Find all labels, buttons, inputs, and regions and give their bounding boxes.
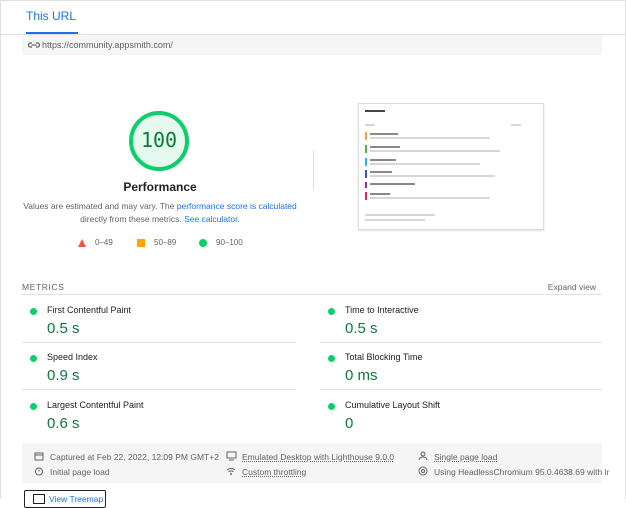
metric-value: 0.9 s (47, 367, 80, 384)
view-treemap-label: View Treemap (49, 494, 104, 504)
metric-divider (22, 342, 296, 343)
desc-text-1: Values are estimated and may vary. The (23, 201, 177, 211)
page-screenshot-thumbnail (358, 103, 544, 230)
url-text: https://community.appsmith.com/ (42, 40, 173, 50)
metric-name: Total Blocking Time (345, 352, 423, 362)
see-calculator-link[interactable]: See calculator. (184, 214, 240, 224)
pass-circle-icon (328, 403, 335, 410)
metric-divider (22, 389, 296, 390)
pass-circle-icon (30, 308, 37, 315)
desc-text-2: directly from these metrics. (80, 214, 185, 224)
performance-score: 100 (140, 128, 178, 152)
metric-value: 0 (345, 415, 354, 432)
metric-first-contentful-paint: First Contentful Paint 0.5 s (22, 301, 292, 347)
metric-value: 0.5 s (345, 320, 378, 337)
metric-total-blocking-time: Total Blocking Time 0 ms (320, 348, 590, 394)
metric-speed-index: Speed Index 0.9 s (22, 348, 292, 394)
throttling-text[interactable]: Custom throttling (242, 467, 306, 477)
pass-circle-icon (30, 355, 37, 362)
single-load-text[interactable]: Single page load (434, 452, 497, 462)
metrics-divider (22, 294, 602, 295)
expand-view-toggle[interactable]: Expand view (548, 282, 596, 292)
section-divider (313, 150, 314, 190)
chrome-icon (418, 466, 428, 476)
metric-name: First Contentful Paint (47, 305, 132, 315)
pass-circle-icon (30, 403, 37, 410)
pass-circle-icon (328, 355, 335, 362)
metric-value: 0.5 s (47, 320, 80, 337)
link-icon (27, 42, 41, 48)
captured-text: Captured at Feb 22, 2022, 12:09 PM GMT+2 (50, 452, 219, 462)
metric-name: Time to Interactive (345, 305, 419, 315)
metric-divider (320, 389, 602, 390)
pass-circle-icon (328, 308, 335, 315)
timer-icon (35, 467, 43, 476)
metric-name: Cumulative Layout Shift (345, 400, 441, 410)
metric-cumulative-layout-shift: Cumulative Layout Shift 0 (320, 396, 590, 442)
initial-load-text: Initial page load (50, 467, 110, 477)
desktop-icon (226, 451, 237, 461)
metric-largest-contentful-paint: Largest Contentful Paint 0.6 s (22, 396, 292, 442)
emulated-text[interactable]: Emulated Desktop with Lighthouse 9.0.0 (242, 452, 394, 462)
metrics-heading: METRICS (22, 282, 65, 292)
metric-name: Speed Index (47, 352, 98, 362)
performance-title: Performance (123, 180, 197, 194)
treemap-icon (33, 494, 45, 504)
wifi-icon (226, 468, 236, 475)
metric-value: 0.6 s (47, 415, 80, 432)
browser-text: Using HeadlessChromium 95.0.4638.69 with… (434, 467, 610, 477)
square-icon (137, 239, 145, 247)
metric-value: 0 ms (345, 367, 378, 384)
metric-name: Largest Contentful Paint (47, 400, 144, 410)
legend-average-range: 50–89 (154, 238, 177, 247)
circle-icon (199, 239, 207, 247)
score-description: Values are estimated and may vary. The p… (20, 200, 300, 226)
legend-pass-range: 90–100 (216, 238, 243, 247)
metric-time-to-interactive: Time to Interactive 0.5 s (320, 301, 590, 347)
person-icon (418, 451, 428, 461)
metric-divider (320, 342, 602, 343)
calendar-icon (34, 452, 44, 461)
view-treemap-button[interactable]: View Treemap (24, 490, 106, 508)
tab-this-url[interactable]: This URL (26, 9, 76, 23)
triangle-icon (78, 239, 86, 247)
score-calculated-link[interactable]: performance score is calculated (177, 201, 297, 211)
legend-fail-range: 0–49 (95, 238, 113, 247)
url-bar: https://community.appsmith.com/ (22, 35, 602, 55)
runtime-settings (22, 443, 602, 483)
